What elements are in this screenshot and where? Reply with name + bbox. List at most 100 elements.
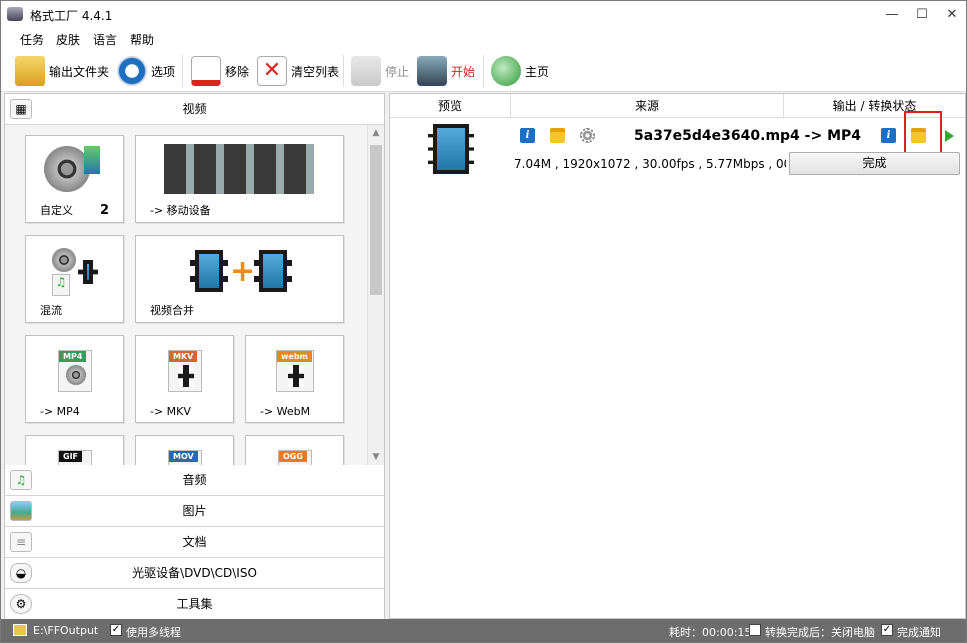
video-category-header[interactable]: ▦ 视频 [5, 94, 384, 125]
mov-file-icon: MOV [168, 450, 202, 465]
menu-help[interactable]: 帮助 [130, 31, 154, 48]
tile-mux[interactable]: ♫ 混流 [25, 235, 124, 323]
notify-checkbox[interactable]: ✓ [881, 624, 893, 636]
output-folder-label: 输出文件夹 [49, 64, 110, 79]
menu-skin[interactable]: 皮肤 [56, 31, 80, 48]
remove-icon [191, 56, 221, 86]
disc-header-label: 光驱设备\DVD\CD\ISO [132, 566, 257, 580]
picture-icon [10, 501, 32, 521]
tile-mobile-label: -> 移动设备 [150, 204, 211, 217]
ogg-tag: OGG [279, 451, 307, 462]
film-icon [254, 250, 292, 292]
output-info-icon[interactable]: i [881, 128, 896, 143]
maximize-button[interactable]: ☐ [907, 1, 937, 29]
tile-ogg[interactable]: OGG [245, 435, 344, 465]
info-icon[interactable]: i [520, 128, 535, 143]
mp4-tag: MP4 [59, 351, 87, 362]
tile-webm[interactable]: webm -> WebM [245, 335, 344, 423]
tile-webm-label: -> WebM [260, 405, 311, 418]
app-window: 格式工厂 4.4.1 — ☐ ✕ 任务 皮肤 语言 帮助 输出文件夹 选项 移除… [0, 0, 967, 643]
scroll-up-icon[interactable]: ▲ [370, 127, 382, 139]
home-icon [491, 56, 521, 86]
toolbar-separator [343, 55, 344, 87]
mp4-file-icon: MP4 [58, 350, 92, 392]
tools-category-header[interactable]: ⚙ 工具集 [5, 589, 384, 620]
toolbox-icon: ⚙ [10, 594, 32, 614]
tile-mov[interactable]: MOV [135, 435, 234, 465]
image-category-header[interactable]: 图片 [5, 496, 384, 527]
clear-list-button[interactable]: ✕ 清空列表 [257, 55, 339, 87]
multithread-label: 使用多线程 [126, 626, 181, 639]
webm-tag: webm [277, 351, 312, 362]
tile-mobile[interactable]: -> 移动设备 [135, 135, 344, 223]
stop-button[interactable]: 停止 [351, 55, 409, 87]
tile-mkv[interactable]: MKV -> MKV [135, 335, 234, 423]
film-icon [178, 365, 194, 387]
task-filename: 5a37e5d4e3640.mp4 -> MP4 [634, 128, 862, 144]
tile-mux-label: 混流 [40, 304, 62, 317]
play-icon[interactable] [945, 130, 954, 142]
clear-list-icon: ✕ [257, 56, 287, 86]
mobile-devices-icon [164, 144, 314, 194]
task-meta: 7.04M , 1920x1072 , 30.00fps , 5.77Mbps … [514, 157, 786, 171]
film-icon [288, 365, 304, 387]
output-path[interactable]: E:\FFOutput [33, 624, 98, 637]
film-reel-icon [66, 365, 86, 385]
start-icon [417, 56, 447, 86]
tile-mkv-label: -> MKV [150, 405, 191, 418]
gif-tag: GIF [59, 451, 83, 462]
tile-gif[interactable]: GIF [25, 435, 124, 465]
left-panel: ▦ 视频 自定义 2 -> 移动设备 ♫ 混流 + 视频合并 MP4 -> MP… [4, 93, 385, 620]
tile-custom[interactable]: 自定义 2 [25, 135, 124, 223]
audio-category-header[interactable]: ♫ 音频 [5, 465, 384, 496]
tile-join[interactable]: + 视频合并 [135, 235, 344, 323]
column-preview[interactable]: 预览 [390, 94, 511, 118]
disc-category-header[interactable]: ◒ 光驱设备\DVD\CD\ISO [5, 558, 384, 589]
tile-custom-count: 2 [100, 203, 110, 218]
scrollbar-thumb[interactable] [370, 145, 382, 295]
app-icon [7, 7, 23, 21]
task-panel: 预览 来源 输出 / 转换状态 i 5a37e5d4e3640.mp4 -> M… [389, 93, 966, 619]
disc-drive-icon: ◒ [10, 563, 32, 583]
ogg-file-icon: OGG [278, 450, 312, 465]
after-convert-checkbox[interactable] [749, 624, 761, 636]
output-folder-button[interactable]: 输出文件夹 [15, 55, 109, 87]
tile-scrollbar[interactable]: ▲ ▼ [367, 125, 384, 465]
clear-list-label: 清空列表 [291, 64, 340, 79]
gif-file-icon: GIF [58, 450, 92, 465]
gear-icon[interactable] [580, 128, 595, 143]
options-button[interactable]: 选项 [117, 55, 175, 87]
scroll-down-icon[interactable]: ▼ [370, 451, 382, 463]
folder-icon[interactable] [13, 624, 27, 636]
toolbar: 输出文件夹 选项 移除 ✕ 清空列表 停止 开始 主页 [1, 49, 966, 92]
tile-mp4[interactable]: MP4 -> MP4 [25, 335, 124, 423]
tile-mp4-label: -> MP4 [40, 405, 80, 418]
notify-label: 完成通知 [897, 626, 941, 639]
toolbar-separator [182, 55, 183, 87]
image-header-label: 图片 [182, 504, 207, 518]
film-icon [78, 260, 98, 284]
status-bar: E:\FFOutput ✓ 使用多线程 耗时：00:00:15 转换完成后：关闭… [1, 619, 966, 642]
elapsed-time: 耗时：00:00:15 [669, 626, 752, 639]
remove-label: 移除 [225, 64, 250, 79]
home-button[interactable]: 主页 [491, 55, 549, 87]
document-icon: ≡ [10, 532, 32, 552]
tools-header-label: 工具集 [176, 597, 213, 611]
user-icon [84, 146, 100, 174]
document-category-header[interactable]: ≡ 文档 [5, 527, 384, 558]
film-icon: ▦ [10, 99, 32, 119]
task-status-button[interactable]: 完成 [789, 152, 960, 175]
options-icon [117, 56, 147, 86]
tile-join-label: 视频合并 [150, 304, 194, 317]
start-button[interactable]: 开始 [417, 55, 475, 87]
options-label: 选项 [151, 64, 176, 79]
close-button[interactable]: ✕ [937, 1, 967, 29]
minimize-button[interactable]: — [877, 1, 907, 29]
title-bar: 格式工厂 4.4.1 — ☐ ✕ [1, 1, 966, 29]
remove-button[interactable]: 移除 [191, 55, 249, 87]
folder-icon[interactable] [550, 128, 565, 143]
menu-language[interactable]: 语言 [93, 31, 117, 48]
column-source[interactable]: 来源 [511, 94, 784, 118]
menu-task[interactable]: 任务 [20, 31, 44, 48]
multithread-checkbox[interactable]: ✓ [110, 624, 122, 636]
